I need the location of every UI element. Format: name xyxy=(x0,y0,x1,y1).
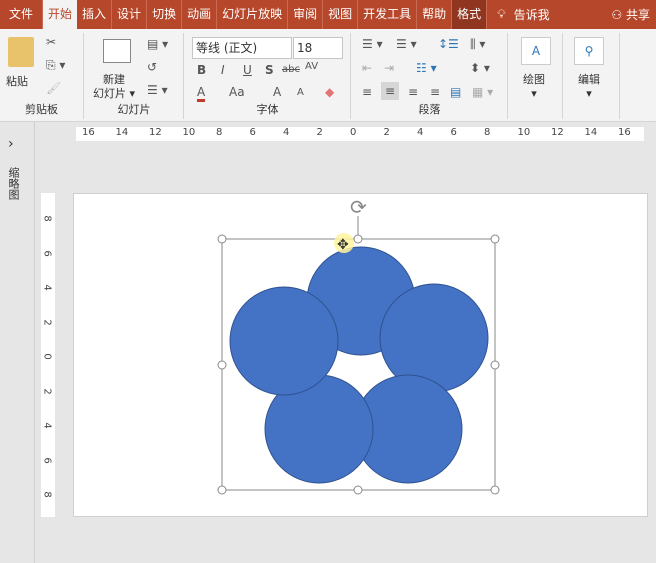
resize-handle[interactable] xyxy=(353,485,363,495)
circle-shape[interactable] xyxy=(229,286,339,396)
resize-handle[interactable] xyxy=(217,485,227,495)
resize-handle[interactable] xyxy=(217,360,227,370)
resize-handle[interactable] xyxy=(490,234,500,244)
resize-handle[interactable] xyxy=(217,234,227,244)
move-cursor-icon: ✥ xyxy=(337,237,349,253)
shape-layer: ⟳ ✥ xyxy=(217,195,500,495)
resize-handle[interactable] xyxy=(490,360,500,370)
resize-handle[interactable] xyxy=(490,485,500,495)
resize-handle[interactable] xyxy=(353,234,363,244)
rotate-handle-icon[interactable]: ⟳ xyxy=(350,195,367,219)
